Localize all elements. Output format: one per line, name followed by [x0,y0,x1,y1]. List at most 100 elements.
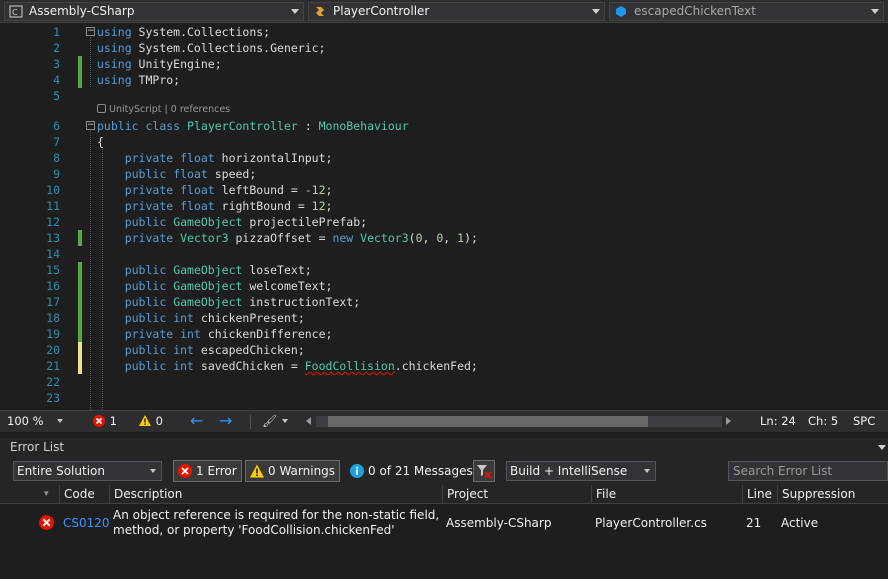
line-number: 13 [46,231,60,245]
line-number: 2 [53,41,60,55]
chevron-down-icon [644,469,650,473]
error-squiggle[interactable]: FoodCollision [305,359,395,373]
chevron-down-icon [291,9,299,14]
change-marker-saved [78,230,82,246]
code-line: public GameObject instructionText; [124,295,361,309]
column-header-file[interactable]: File [591,485,742,504]
chevron-down-icon[interactable] [282,419,288,423]
error-row[interactable]: CS0120 An object reference is required f… [0,505,888,541]
warnings-filter-button[interactable]: 0 Warnings [245,460,341,482]
line-number: 20 [46,343,60,357]
error-icon [39,515,54,530]
clear-filter-button[interactable] [473,460,495,482]
line-number: 14 [46,247,60,261]
code-editor[interactable]: 1 2 3 4 5 6 7 8 9 10 11 12 13 14 15 16 1… [0,23,888,410]
warning-icon [250,464,264,478]
sort-icon[interactable]: ▾ [40,485,59,504]
column-header-suppression-state[interactable]: Suppression State [777,485,888,519]
chevron-down-icon[interactable] [57,419,63,423]
project-dropdown[interactable]: C Assembly-CSharp [4,2,304,21]
separator [250,415,251,429]
error-count[interactable]: 1 [92,411,117,432]
messages-filter-button[interactable]: 0 of 21 Messages [345,460,478,482]
member-dropdown-label: escapedChickenText [634,4,756,18]
project-dropdown-label: Assembly-CSharp [29,4,135,18]
class-dropdown[interactable]: PlayerController [308,2,605,21]
code-line: public GameObject welcomeText; [124,279,333,293]
navigation-bar: C Assembly-CSharp PlayerController escap… [0,0,888,23]
code-line: private Vector3 pizzaOffset = new Vector… [124,231,478,245]
csharp-project-icon: C [9,5,23,18]
column-header-line[interactable]: Line [742,485,777,504]
class-dropdown-label: PlayerController [333,4,430,18]
scroll-right-icon[interactable] [726,417,731,425]
error-list-title: Error List [0,438,888,456]
search-error-list-input[interactable]: Search Error List [728,461,888,481]
build-filter-dropdown[interactable]: Build + IntelliSense [506,461,656,481]
editor-status-bar: 100 % 1 0 ← → 🖌 Ln: 24 Ch: 5 SPC [0,410,888,432]
code-line: public int escapedChicken; [124,343,305,357]
code-line: public float speed; [124,167,257,181]
clear-filter-icon [477,465,492,479]
warning-icon [139,415,151,426]
line-number: 10 [46,183,60,197]
code-line: public int chickenPresent; [124,311,305,325]
navigate-forward-icon[interactable]: → [219,411,232,430]
field-icon [616,6,626,17]
line-number: 4 [53,73,60,87]
change-marker-saved [78,56,82,88]
error-icon [93,415,105,427]
member-dropdown[interactable]: escapedChickenText [609,2,884,21]
code-line: private int chickenDifference; [124,327,333,341]
column-header-code[interactable]: Code [59,485,109,504]
error-description: An object reference is required for the … [113,508,440,537]
codelens-text: UnityScript | 0 references [109,104,231,115]
line-number: 11 [46,199,60,213]
line-number: 8 [53,151,60,165]
visual-studio-window: C Assembly-CSharp PlayerController escap… [0,0,888,579]
line-number: 3 [53,57,60,71]
line-number: 9 [53,167,60,181]
horizontal-scrollbar-thumb[interactable] [328,416,648,427]
column-header-description[interactable]: Description [109,485,442,504]
zoom-level[interactable]: 100 % [7,411,44,432]
collapse-icon[interactable]: − [86,121,95,130]
errors-filter-button[interactable]: 1 Error [173,460,242,482]
chevron-down-icon[interactable] [878,445,886,450]
line-number: 5 [53,89,60,103]
warning-count[interactable]: 0 [138,411,163,432]
codelens[interactable]: UnityScript | 0 references [97,103,230,117]
change-marker-saved [78,262,82,342]
navigate-back-icon[interactable]: ← [190,411,203,430]
line-number: 22 [46,375,60,389]
code-line: private float horizontalInput; [124,151,333,165]
code-line: public GameObject projectilePrefab; [124,215,368,229]
column-indicator: Ch: 5 [808,414,839,428]
brush-icon[interactable]: 🖌 [262,411,277,432]
line-number: 15 [46,263,60,277]
scope-dropdown[interactable]: Entire Solution [13,461,162,481]
scroll-left-icon[interactable] [306,417,311,425]
code-line: { [97,135,104,149]
code-line: using System.Collections; [97,25,271,39]
outline-guide [90,37,91,87]
code-line: public class PlayerController : MonoBeha… [97,119,409,133]
outline-guide [90,131,91,410]
chevron-down-icon [871,9,879,14]
code-line: public GameObject loseText; [124,263,312,277]
change-marker-unsaved [78,342,82,374]
column-header-project[interactable]: Project [442,485,591,504]
code-line: using TMPro; [97,73,181,87]
code-line: using System.Collections.Generic; [97,41,326,55]
error-line: 21 [746,516,762,530]
chevron-down-icon [592,9,600,14]
whitespace-mode: SPC [853,414,876,428]
code-line: using UnityEngine; [97,57,222,71]
error-icon [178,464,192,478]
code-line: private float rightBound = 12; [124,199,333,213]
collapse-icon[interactable]: − [86,27,95,36]
line-number: 18 [46,311,60,325]
line-number: 1 [53,25,60,39]
error-code-link[interactable]: CS0120 [63,516,110,530]
error-suppression-state: Active [781,516,819,530]
